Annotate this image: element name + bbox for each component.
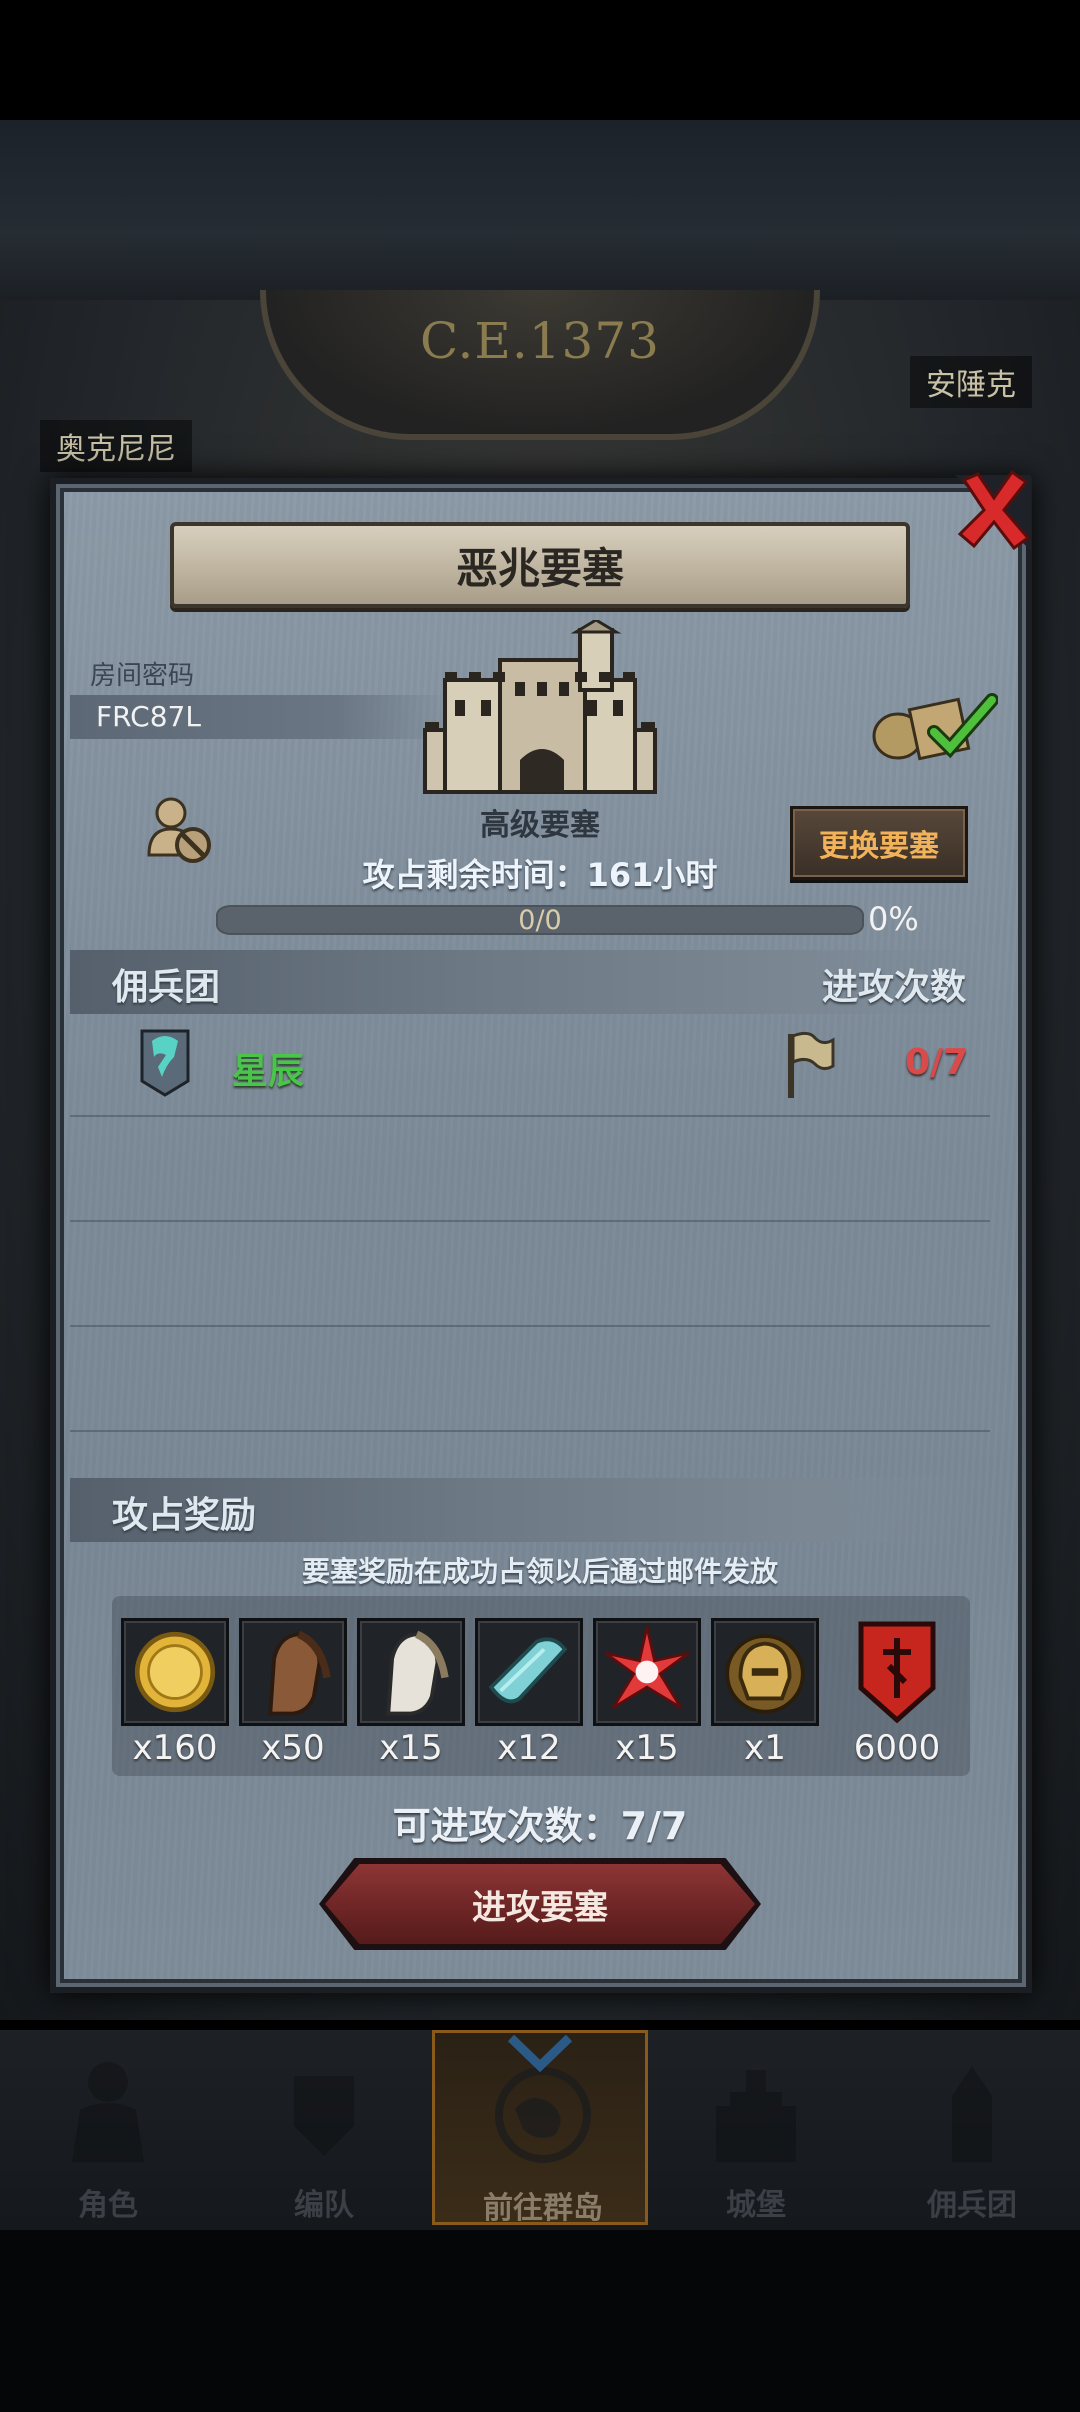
capture-progress-text: 0/0	[518, 905, 562, 936]
row-divider	[70, 1430, 990, 1432]
city-label-right[interactable]: 安陲克	[910, 356, 1032, 408]
nav-item-castle[interactable]: 城堡	[648, 2030, 864, 2225]
reward-slot-banner[interactable]	[843, 1618, 951, 1726]
reward-slot-helmet[interactable]	[711, 1618, 819, 1726]
reward-qty: x160	[132, 1728, 218, 1768]
city-label-left[interactable]: 奥克尼尼	[40, 420, 192, 472]
reward-slot-gold[interactable]	[121, 1618, 229, 1726]
mercenary-icon	[952, 2066, 992, 2162]
attack-flag-icon	[788, 1031, 835, 1098]
reward-qty: x1	[744, 1728, 786, 1768]
brown-horse-icon	[268, 1630, 331, 1716]
attacks-remaining: 可进攻次数：7/7	[392, 1804, 688, 1848]
castle-icon	[716, 2070, 796, 2162]
close-icon[interactable]	[956, 470, 1032, 550]
nav-label: 前往群岛	[483, 2191, 603, 2226]
white-horse-icon	[386, 1630, 449, 1716]
header-background	[0, 120, 1080, 310]
dialog-title: 恶兆要塞	[455, 543, 624, 593]
nav-label: 城堡	[726, 2188, 786, 2223]
status-bar	[0, 0, 1080, 120]
row-divider	[70, 1220, 990, 1222]
reward-slot-white-horse[interactable]	[357, 1618, 465, 1726]
change-fortress-button[interactable]: 更换要塞	[790, 806, 968, 880]
cloth-scroll-icon	[488, 1637, 568, 1704]
reward-bag-check-icon[interactable]	[872, 680, 998, 762]
row-divider	[70, 1325, 990, 1327]
reward-qty: x15	[379, 1728, 443, 1768]
nav-item-formation[interactable]: 编队	[216, 2030, 432, 2225]
nav-label: 佣兵团	[927, 2188, 1017, 2223]
reward-qty: x15	[615, 1728, 679, 1768]
room-code-label: 房间密码	[90, 661, 195, 691]
attack-fortress-button[interactable]: 进攻要塞	[325, 1864, 755, 1944]
guild-header: 佣兵团	[112, 967, 221, 1008]
nav-item-character[interactable]: 角色	[0, 2030, 216, 2225]
red-banner-icon	[858, 1621, 936, 1724]
reward-note: 要塞奖励在成功占领以后通过邮件发放	[301, 1555, 778, 1588]
reward-header: 攻占奖励	[112, 1495, 257, 1536]
knight-icon	[72, 2062, 144, 2162]
guild-attack-count: 0/7	[905, 1042, 969, 1083]
golden-helmet-icon	[725, 1634, 805, 1714]
reward-qty: 6000	[853, 1728, 941, 1768]
reward-slot-brown-horse[interactable]	[239, 1618, 347, 1726]
chevron-down-icon	[507, 2034, 573, 2073]
system-nav-area	[0, 2230, 1080, 2412]
guild-name[interactable]: 星辰	[232, 1042, 304, 1094]
nav-label: 角色	[78, 2188, 138, 2223]
capture-progress-bar: 0/0	[216, 905, 864, 936]
dialog-title-plate: 恶兆要塞	[170, 522, 910, 608]
reward-slot-cloth[interactable]	[475, 1618, 583, 1726]
guild-emblem-icon	[140, 1029, 190, 1097]
formation-icon	[294, 2076, 354, 2156]
nav-label: 编队	[294, 2188, 354, 2223]
attack-fortress-label: 进攻要塞	[472, 1887, 608, 1928]
fortress-castle-icon	[423, 620, 657, 794]
room-code-value[interactable]: FRC87L	[96, 700, 201, 733]
red-star-burst-icon	[604, 1626, 690, 1710]
gold-coin-icon	[134, 1631, 216, 1713]
capture-progress-percent: 0%	[868, 900, 919, 938]
row-divider	[70, 1115, 990, 1117]
reward-slot-star-burst[interactable]	[593, 1618, 701, 1726]
attack-count-header: 进攻次数	[822, 967, 967, 1008]
reward-qty: x50	[261, 1728, 325, 1768]
reward-qty: x12	[497, 1728, 561, 1768]
nav-item-mercenary[interactable]: 佣兵团	[864, 2030, 1080, 2225]
